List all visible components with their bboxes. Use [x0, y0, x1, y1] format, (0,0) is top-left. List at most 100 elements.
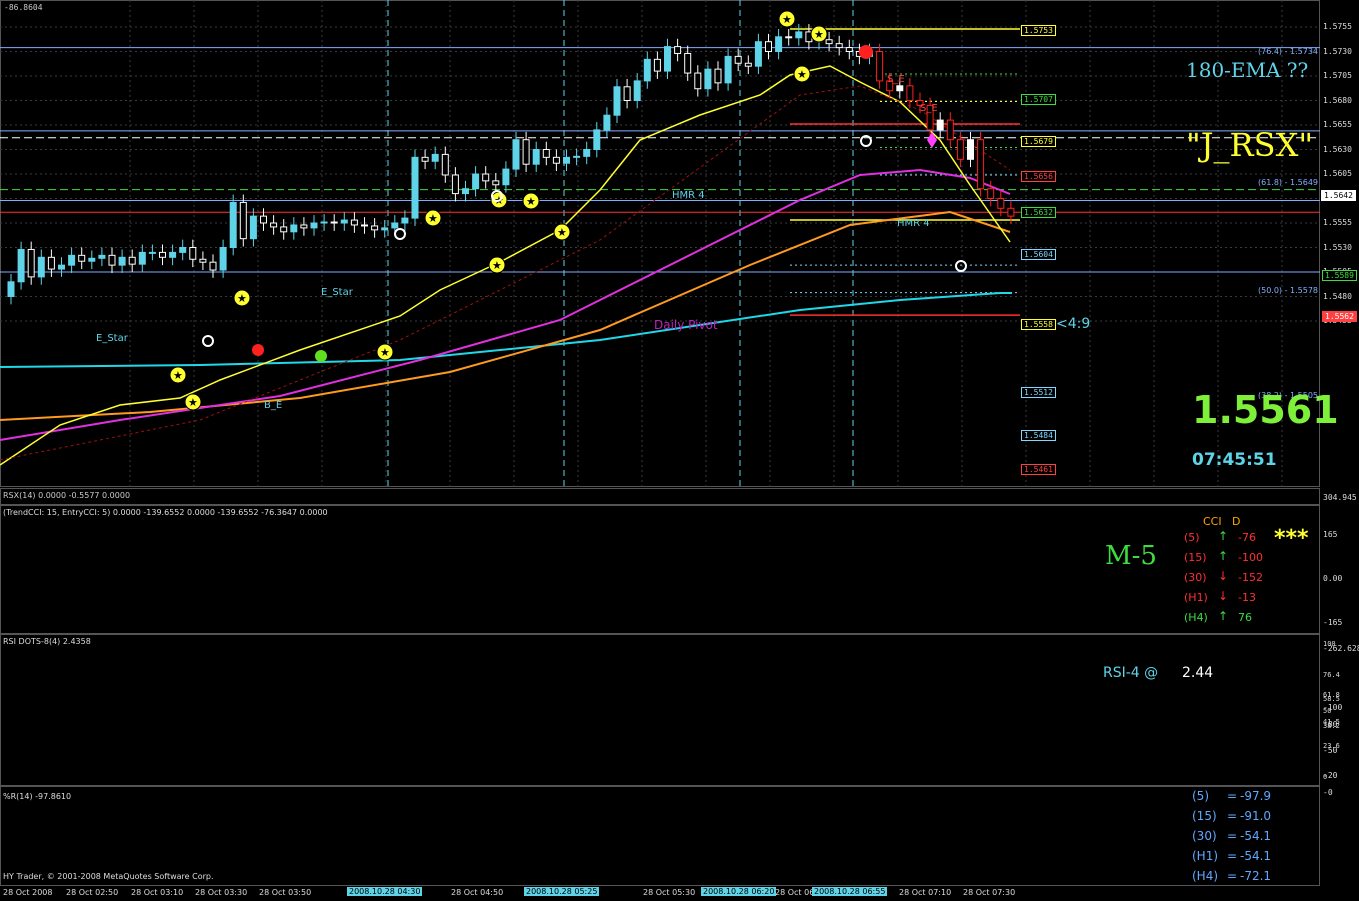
candle-body — [270, 222, 278, 228]
candle-body — [967, 139, 974, 160]
wr-panel[interactable] — [0, 786, 1320, 886]
se-label-1: S_E — [887, 74, 905, 85]
sell-dot-2 — [859, 45, 873, 59]
cci-tf-5: (5) — [1184, 531, 1200, 544]
star-glyph: ★ — [173, 369, 183, 382]
estar-label-2: E_Star — [321, 287, 353, 298]
wr-val-15: -91.0 — [1240, 809, 1272, 823]
candle-body — [532, 149, 540, 165]
candle-body — [987, 188, 995, 199]
price-tick: 1.5705 — [1323, 71, 1352, 80]
hmr-label-2: HMR 4 — [897, 218, 930, 229]
candle-body — [27, 248, 35, 278]
star-glyph: ★ — [797, 68, 807, 81]
fib-76-label: (76.4) - 1.5734 — [1258, 47, 1319, 56]
candle-body — [906, 85, 914, 102]
date-tick: 28 Oct 07:30 — [963, 888, 1016, 897]
date-highlight: 2008.10.28 05:25 — [524, 887, 600, 896]
rsi-value: 2.44 — [1182, 665, 1214, 681]
price-tick: 1.5680 — [1323, 95, 1352, 105]
candle-body — [421, 156, 429, 162]
rsi-title: RSI DOTS-8(4) 2.4358 — [3, 637, 91, 646]
rsi-panel[interactable] — [0, 634, 1320, 786]
arrow-up-icon: ↑ — [1218, 529, 1229, 543]
candle-body — [633, 80, 641, 102]
ma-orange — [0, 210, 1011, 421]
star-glyph: ★ — [188, 396, 198, 409]
candle-body — [118, 256, 126, 266]
level-box-10: 1.5461 — [1021, 464, 1056, 475]
candle-body — [522, 139, 530, 165]
open-circle-marker — [202, 335, 214, 347]
arrow-down-icon: ↓ — [1218, 569, 1229, 583]
price-tag-1: 1.5589 — [1322, 270, 1357, 281]
candle-body — [845, 47, 853, 52]
rsx-strip-panel — [0, 488, 1320, 505]
candle-body — [795, 31, 803, 39]
date-tick: 28 Oct 05:30 — [643, 888, 696, 897]
candle-body — [310, 222, 318, 229]
be-label: B_E — [264, 400, 283, 411]
estar-label-1: E_Star — [96, 333, 128, 344]
price-levels — [0, 28, 1320, 316]
price-tick: 1.5630 — [1323, 144, 1352, 154]
candle-body — [441, 153, 449, 176]
candle-body — [401, 217, 409, 224]
big-price: 1.5561 — [1192, 388, 1339, 432]
candle-body — [371, 225, 379, 231]
fib-61-label: (61.8) - 1.5649 — [1258, 178, 1319, 187]
rsi-tick: 100 — [1323, 640, 1336, 648]
candle-body — [664, 46, 671, 72]
candle-body — [219, 247, 227, 271]
candle-body — [128, 256, 136, 265]
price-tick: 1.5605 — [1323, 169, 1352, 178]
wr-tick: -0 — [1323, 788, 1333, 797]
candle-body — [340, 219, 348, 224]
candle-body — [260, 215, 267, 224]
star-glyph: ★ — [380, 346, 390, 359]
price-tick: 1.5530 — [1323, 242, 1352, 252]
cci-title: (TrendCCI: 15, EntryCCI: 5) 0.0000 -139.… — [3, 508, 328, 517]
candle-body — [350, 219, 358, 226]
candle-body — [593, 129, 601, 150]
candle-body — [835, 43, 843, 49]
candle-body — [239, 201, 247, 240]
candle-body — [98, 254, 106, 259]
candle-body — [765, 41, 772, 53]
ma-darkred — [0, 85, 1011, 461]
fib-50-label: (50.0) - 1.5578 — [1258, 286, 1319, 295]
cci-axis: 304.945 165 0.00 -165 -262.628 — [1320, 493, 1359, 652]
candle-body — [674, 46, 682, 54]
level-box-7: 1.5558 — [1021, 319, 1056, 330]
candle-body — [148, 251, 156, 254]
wr-val-h4: -72.1 — [1240, 869, 1272, 883]
wr-tf-15: (15) — [1192, 809, 1217, 823]
candle-body — [47, 256, 55, 270]
price-tick: 1.5655 — [1323, 120, 1352, 129]
cci-val-30: -152 — [1238, 571, 1263, 584]
candle-body — [936, 119, 944, 131]
candle-body — [320, 221, 328, 224]
wr-tick: -20 — [1323, 771, 1338, 780]
candle-body — [684, 52, 692, 74]
wr-title: %R(14) -97.8610 — [3, 792, 72, 801]
star-glyph: ★ — [526, 195, 536, 208]
candlesticks — [7, 24, 1015, 305]
date-highlight: 2008.10.28 06:20 — [701, 887, 777, 896]
candle-body — [653, 58, 661, 72]
wr-val-h1: -54.1 — [1240, 849, 1272, 863]
candle-body — [58, 264, 65, 270]
star-glyph: ★ — [557, 226, 567, 239]
star-glyph: ★ — [782, 13, 792, 26]
cci-tick: 0.00 — [1323, 574, 1343, 583]
candle-body — [451, 174, 459, 195]
open-circle-marker — [394, 228, 406, 240]
rsi-tick: 76.4 — [1323, 671, 1340, 680]
level-box-5: 1.5632 — [1021, 207, 1056, 218]
candle-body — [88, 257, 96, 262]
price-tick: 1.5755 — [1323, 22, 1352, 31]
star-glyph: ★ — [492, 259, 502, 272]
pattern-markers: ★★★ ★★★★★★★★★ — [169, 10, 967, 411]
cci-stars: *** — [1274, 526, 1309, 551]
candle-body — [563, 156, 570, 164]
